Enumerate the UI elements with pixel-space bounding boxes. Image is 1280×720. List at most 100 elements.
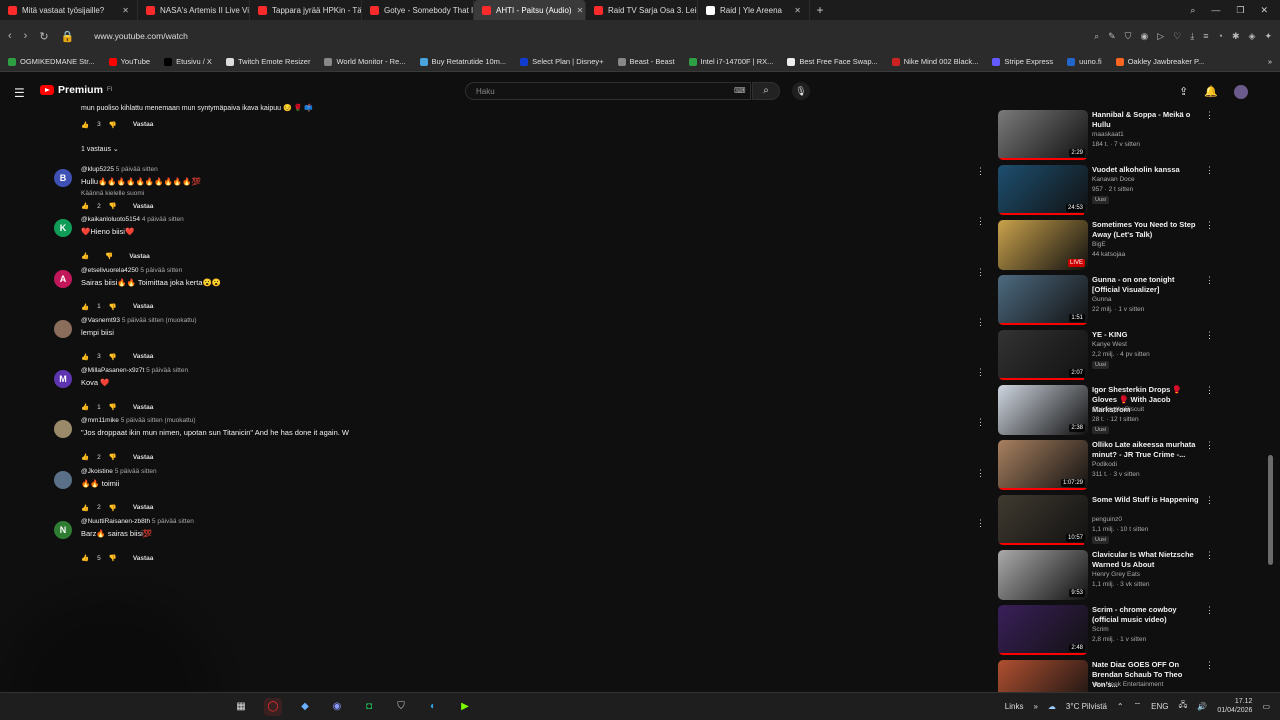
more-options-icon[interactable]: ⋮ (976, 216, 985, 227)
comment-author[interactable]: @MillaPasanen-x9z7t (81, 367, 144, 374)
cube-icon[interactable]: ◈ (1249, 31, 1256, 42)
scrollbar[interactable] (1268, 455, 1273, 565)
video-thumbnail[interactable]: LIVE (998, 220, 1088, 270)
task-view-icon[interactable]: ▦ (232, 698, 250, 716)
dislike-icon[interactable]: 👎 (109, 353, 117, 361)
bookmark-item[interactable]: uuno.fi (1067, 57, 1102, 66)
avatar[interactable] (54, 319, 72, 338)
video-thumbnail[interactable]: 2:38 (998, 385, 1088, 435)
video-channel[interactable]: Scrim (1092, 626, 1109, 633)
more-options-icon[interactable]: ⋮ (976, 267, 985, 278)
reload-icon[interactable]: ↻ (39, 30, 48, 43)
shield-icon[interactable]: ⛉ (1125, 31, 1132, 42)
reply-button[interactable]: Vastaa (133, 121, 154, 129)
reply-button[interactable]: Vastaa (133, 454, 154, 461)
keyboard-icon[interactable]: ⌨ (734, 86, 746, 95)
like-icon[interactable]: 👍 (81, 121, 89, 129)
replies-toggle[interactable]: 1 vastaus ⌄ (81, 145, 119, 153)
search-tabs-icon[interactable]: ⌕ (1190, 5, 1195, 16)
video-card[interactable]: 2:07 YE - KING Kanye West 2,2 milj. · 4 pv … (998, 330, 1220, 385)
like-icon[interactable]: 👍 (81, 353, 89, 361)
browser-tab[interactable]: Gotye - Somebody That I✕ (362, 0, 474, 20)
video-title[interactable]: Hannibal & Soppa - Meikä o Hullu (1092, 110, 1204, 130)
tray-expand-icon[interactable]: ⌃ (1117, 702, 1124, 711)
video-thumbnail[interactable]: 2:07 (998, 330, 1088, 380)
mic-icon[interactable]: 🎙 (792, 82, 810, 100)
dislike-icon[interactable]: 👎 (109, 303, 117, 311)
bell-icon[interactable]: 🔔 (1204, 85, 1218, 99)
comment-author[interactable]: @etselivuorela4250 (81, 267, 139, 274)
more-options-icon[interactable]: ⋮ (1205, 330, 1214, 341)
avatar[interactable]: N (54, 521, 72, 540)
language-indicator[interactable]: ENG (1151, 702, 1168, 711)
copilot-icon[interactable]: ◆ (296, 698, 314, 716)
like-icon[interactable]: 👍 (81, 252, 89, 260)
download-icon[interactable]: ⤓ (1190, 31, 1194, 42)
search-button[interactable]: ⌕ (752, 82, 780, 100)
more-options-icon[interactable]: ⋮ (1205, 110, 1214, 121)
comment-time[interactable]: 4 päivää sitten (142, 216, 184, 223)
more-options-icon[interactable]: ⋮ (976, 518, 985, 529)
dislike-icon[interactable]: 👎 (109, 453, 117, 461)
video-card[interactable]: 2:29 Hannibal & Soppa - Meikä o Hullu maas… (998, 110, 1220, 165)
pin-icon[interactable]: ✱ (1232, 31, 1240, 42)
url-field[interactable]: www.youtube.com/watch (86, 31, 1082, 41)
opera-icon[interactable]: ◯ (264, 698, 282, 716)
dislike-icon[interactable]: 👎 (109, 504, 117, 512)
forward-icon[interactable]: › (24, 30, 28, 42)
video-thumbnail[interactable]: 2:48 (998, 605, 1088, 655)
dislike-icon[interactable]: 👎 (109, 121, 117, 129)
video-thumbnail[interactable]: 1:51 (998, 275, 1088, 325)
comment-time[interactable]: 5 päivää sitten (115, 468, 157, 475)
more-options-icon[interactable]: ⋮ (1205, 660, 1214, 671)
more-options-icon[interactable]: ⋮ (976, 317, 985, 328)
back-icon[interactable]: ‹ (8, 30, 12, 42)
video-title[interactable]: Olliko Late aikeessa murhata minut? - JR… (1092, 440, 1204, 460)
bookmark-item[interactable]: Stripe Express (992, 57, 1053, 66)
menu-icon[interactable]: ≡ (1203, 31, 1208, 42)
comment-author[interactable]: @NuuttiRaisanen-zb8th (81, 518, 150, 525)
links-label[interactable]: Links (1005, 702, 1024, 711)
minimize-icon[interactable]: — (1211, 5, 1220, 16)
reply-button[interactable]: Vastaa (133, 555, 154, 562)
video-channel[interactable]: BigE (1092, 241, 1106, 248)
video-channel[interactable]: ChasingtheBiscuit (1092, 406, 1144, 413)
close-tab-icon[interactable]: ✕ (577, 6, 584, 15)
more-options-icon[interactable]: ⋮ (1205, 165, 1214, 176)
more-options-icon[interactable]: ⋮ (1205, 440, 1214, 451)
like-icon[interactable]: 👍 (81, 303, 89, 311)
more-options-icon[interactable]: ⋮ (1205, 550, 1214, 561)
reply-button[interactable]: Vastaa (133, 303, 154, 310)
video-card[interactable]: 9:53 Clavicular Is What Nietzsche Warned … (998, 550, 1220, 605)
reply-button[interactable]: Vastaa (133, 203, 154, 210)
comment-author[interactable]: @kaikanloluoto5154 (81, 216, 140, 223)
reply-button[interactable]: Vastaa (129, 253, 150, 260)
dislike-icon[interactable]: 👎 (109, 554, 117, 562)
bookmark-item[interactable]: Intel i7-14700F | RX... (688, 57, 773, 66)
dislike-icon[interactable]: 👎 (105, 252, 113, 260)
ai-icon[interactable]: ✦ (1264, 31, 1272, 42)
clock[interactable]: 17.12 01/04/2026 (1217, 697, 1252, 715)
dislike-icon[interactable]: 👎 (109, 202, 117, 210)
discord-icon[interactable]: ◉ (328, 698, 346, 716)
bookmark-item[interactable]: World Monitor - Re... (324, 57, 406, 66)
video-thumbnail[interactable]: 9:53 (998, 550, 1088, 600)
comment-time[interactable]: 5 päivää sitten (152, 518, 194, 525)
volume-icon[interactable]: 🔊 (1197, 702, 1207, 711)
bookmark-item[interactable]: Twitch Emote Resizer (225, 57, 310, 66)
lock-icon[interactable]: 🔒 (61, 30, 75, 43)
video-channel[interactable]: maaskaat1 (1092, 131, 1124, 138)
video-card[interactable]: 1:07:29 Olliko Late aikeessa murhata minu… (998, 440, 1220, 495)
comment-time[interactable]: 5 päivää sitten (muokattu) (122, 317, 197, 324)
video-card[interactable]: 10:57 Some Wild Stuff is Happening penguin… (998, 495, 1220, 550)
video-card[interactable]: 2:38 Igor Shesterkin Drops 🥊 Gloves 🥊 Wit… (998, 385, 1220, 440)
browser-tab[interactable]: Raid | Yle Areena ✕ (698, 0, 810, 20)
extension-icon[interactable]: ◉ (1140, 31, 1148, 42)
network-icon[interactable]: 🖧 (1179, 699, 1188, 713)
edge-icon[interactable]: ◐ (424, 698, 442, 716)
video-title[interactable]: Clavicular Is What Nietzsche Warned Us A… (1092, 550, 1204, 570)
browser-tab[interactable]: Mitä vastaat työsijaille? ✕ (0, 0, 138, 20)
upload-icon[interactable]: ⇪ (1179, 85, 1188, 99)
shield-app-icon[interactable]: ⛉ (392, 698, 410, 716)
bookmark-item[interactable]: OGMIKEDMANE Str... (8, 57, 95, 66)
